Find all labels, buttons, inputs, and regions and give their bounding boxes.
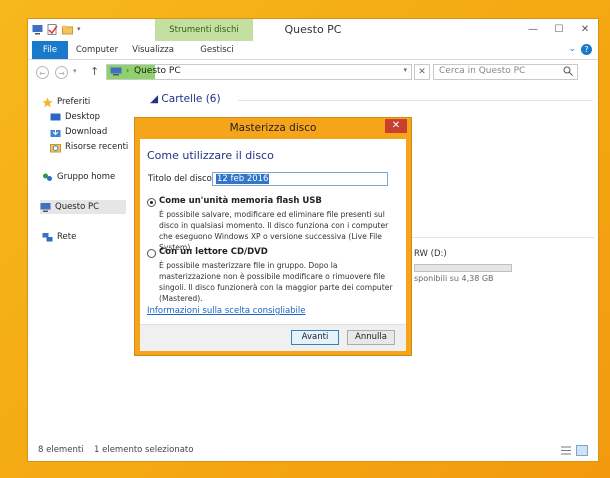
status-bar: 8 elementi 1 elemento selezionato	[28, 441, 598, 461]
item-count: 8 elementi	[38, 445, 84, 455]
sidebar-item-label: Risorse recenti	[65, 142, 129, 152]
recent-locations-icon[interactable]: ▾	[73, 67, 77, 75]
close-icon[interactable]: ✕	[572, 19, 598, 39]
address-dropdown-icon[interactable]: ▾	[403, 66, 407, 74]
dialog-title: Masterizza disco	[229, 122, 317, 134]
drive-usage-bar	[414, 264, 512, 272]
breadcrumb-separator-icon[interactable]: ›	[126, 66, 129, 75]
search-input[interactable]: Cerca in Questo PC	[433, 64, 578, 80]
tab-gestisci[interactable]: Gestisci	[195, 41, 239, 59]
cd-dvd-option-description: È possibile masterizzare file in gruppo.…	[159, 261, 393, 303]
tab-computer[interactable]: Computer	[73, 41, 121, 59]
dialog-heading: Come utilizzare il disco	[147, 149, 274, 162]
sidebar-item-risorse-recenti[interactable]: Risorse recenti	[50, 140, 128, 154]
forward-button[interactable]: →	[55, 66, 68, 79]
computer-icon	[40, 202, 51, 212]
details-view-icon[interactable]	[560, 445, 572, 456]
sidebar-item-label: Gruppo home	[57, 172, 116, 182]
title-bar: ▾ Strumenti dischi Questo PC — ☐ ✕	[28, 19, 598, 41]
homegroup-icon	[43, 173, 52, 181]
address-row: ← → ▾ ↑ › Questo PC ▾ ✕ Cerca in Questo …	[28, 60, 598, 84]
sidebar-item-download[interactable]: Download	[50, 125, 107, 139]
disc-title-value: 12 feb 2016	[216, 174, 270, 184]
download-icon	[50, 127, 61, 137]
back-button[interactable]: ←	[36, 66, 49, 79]
help-link[interactable]: Informazioni sulla scelta consigliabile	[147, 306, 306, 316]
cd-dvd-option-title[interactable]: Con un lettore CD/DVD	[159, 247, 268, 257]
ribbon-tab-bar: File Computer Visualizza Gestisci ⌄ ?	[28, 41, 598, 60]
cancel-button[interactable]: Annulla	[347, 330, 395, 345]
dialog-body: Come utilizzare il disco Titolo del disc…	[140, 139, 406, 351]
section-heading-label: Cartelle (6)	[161, 93, 221, 105]
tab-file[interactable]: File	[32, 41, 68, 59]
network-icon	[42, 232, 53, 241]
drive-name[interactable]: RW (D:)	[414, 249, 447, 259]
sidebar-item-desktop[interactable]: Desktop	[50, 110, 100, 124]
next-button[interactable]: Avanti	[291, 330, 339, 345]
sidebar-item-label: Preferiti	[57, 97, 91, 107]
maximize-icon[interactable]: ☐	[546, 19, 572, 39]
close-icon[interactable]: ✕	[414, 64, 430, 80]
usb-flash-option-title[interactable]: Come un'unità memoria flash USB	[159, 196, 322, 206]
section-heading[interactable]: ◢ Cartelle (6)	[150, 93, 221, 105]
disc-title-field[interactable]: 12 feb 2016	[212, 172, 388, 186]
drive-free-space: sponibili su 4,38 GB	[414, 274, 494, 283]
close-icon[interactable]: ✕	[385, 119, 407, 133]
help-icon[interactable]: ?	[581, 44, 592, 55]
search-icon[interactable]	[563, 66, 573, 76]
sidebar-item-preferiti[interactable]: Preferiti	[42, 95, 90, 109]
navigation-pane: Preferiti Desktop Download Risorse recen…	[28, 85, 138, 435]
sidebar-item-gruppo-home[interactable]: Gruppo home	[42, 170, 115, 184]
tiles-view-icon[interactable]	[576, 445, 588, 456]
sidebar-item-label: Desktop	[65, 112, 101, 122]
up-button[interactable]: ↑	[90, 65, 99, 78]
dialog-footer: Avanti Annulla	[140, 324, 406, 351]
sidebar-item-rete[interactable]: Rete	[42, 230, 76, 244]
recent-places-icon	[50, 143, 61, 152]
section-divider	[238, 100, 593, 101]
computer-icon	[110, 67, 122, 76]
section-divider	[404, 237, 594, 238]
minimize-icon[interactable]: —	[520, 19, 546, 39]
disc-title-label: Titolo del disco:	[148, 174, 215, 184]
usb-flash-radio[interactable]	[147, 198, 156, 207]
selection-count: 1 elemento selezionato	[94, 445, 194, 455]
desktop-icon	[50, 113, 61, 120]
sidebar-item-label: Rete	[57, 232, 77, 242]
sidebar-item-label: Questo PC	[55, 202, 100, 212]
sidebar-item-label: Download	[65, 127, 108, 137]
cd-dvd-radio[interactable]	[147, 249, 156, 258]
breadcrumb[interactable]: Questo PC	[134, 66, 181, 76]
star-icon	[42, 97, 53, 107]
tab-visualizza[interactable]: Visualizza	[129, 41, 177, 59]
window-title: Questo PC	[284, 23, 342, 36]
window-controls: — ☐ ✕	[520, 19, 598, 39]
ribbon-expand-icon[interactable]: ⌄	[568, 44, 576, 54]
burn-disc-dialog: Masterizza disco ✕ Come utilizzare il di…	[134, 117, 412, 356]
search-placeholder: Cerca in Questo PC	[439, 66, 526, 76]
sidebar-item-questo-pc[interactable]: Questo PC	[40, 200, 126, 214]
address-bar[interactable]: › Questo PC ▾	[106, 64, 412, 80]
